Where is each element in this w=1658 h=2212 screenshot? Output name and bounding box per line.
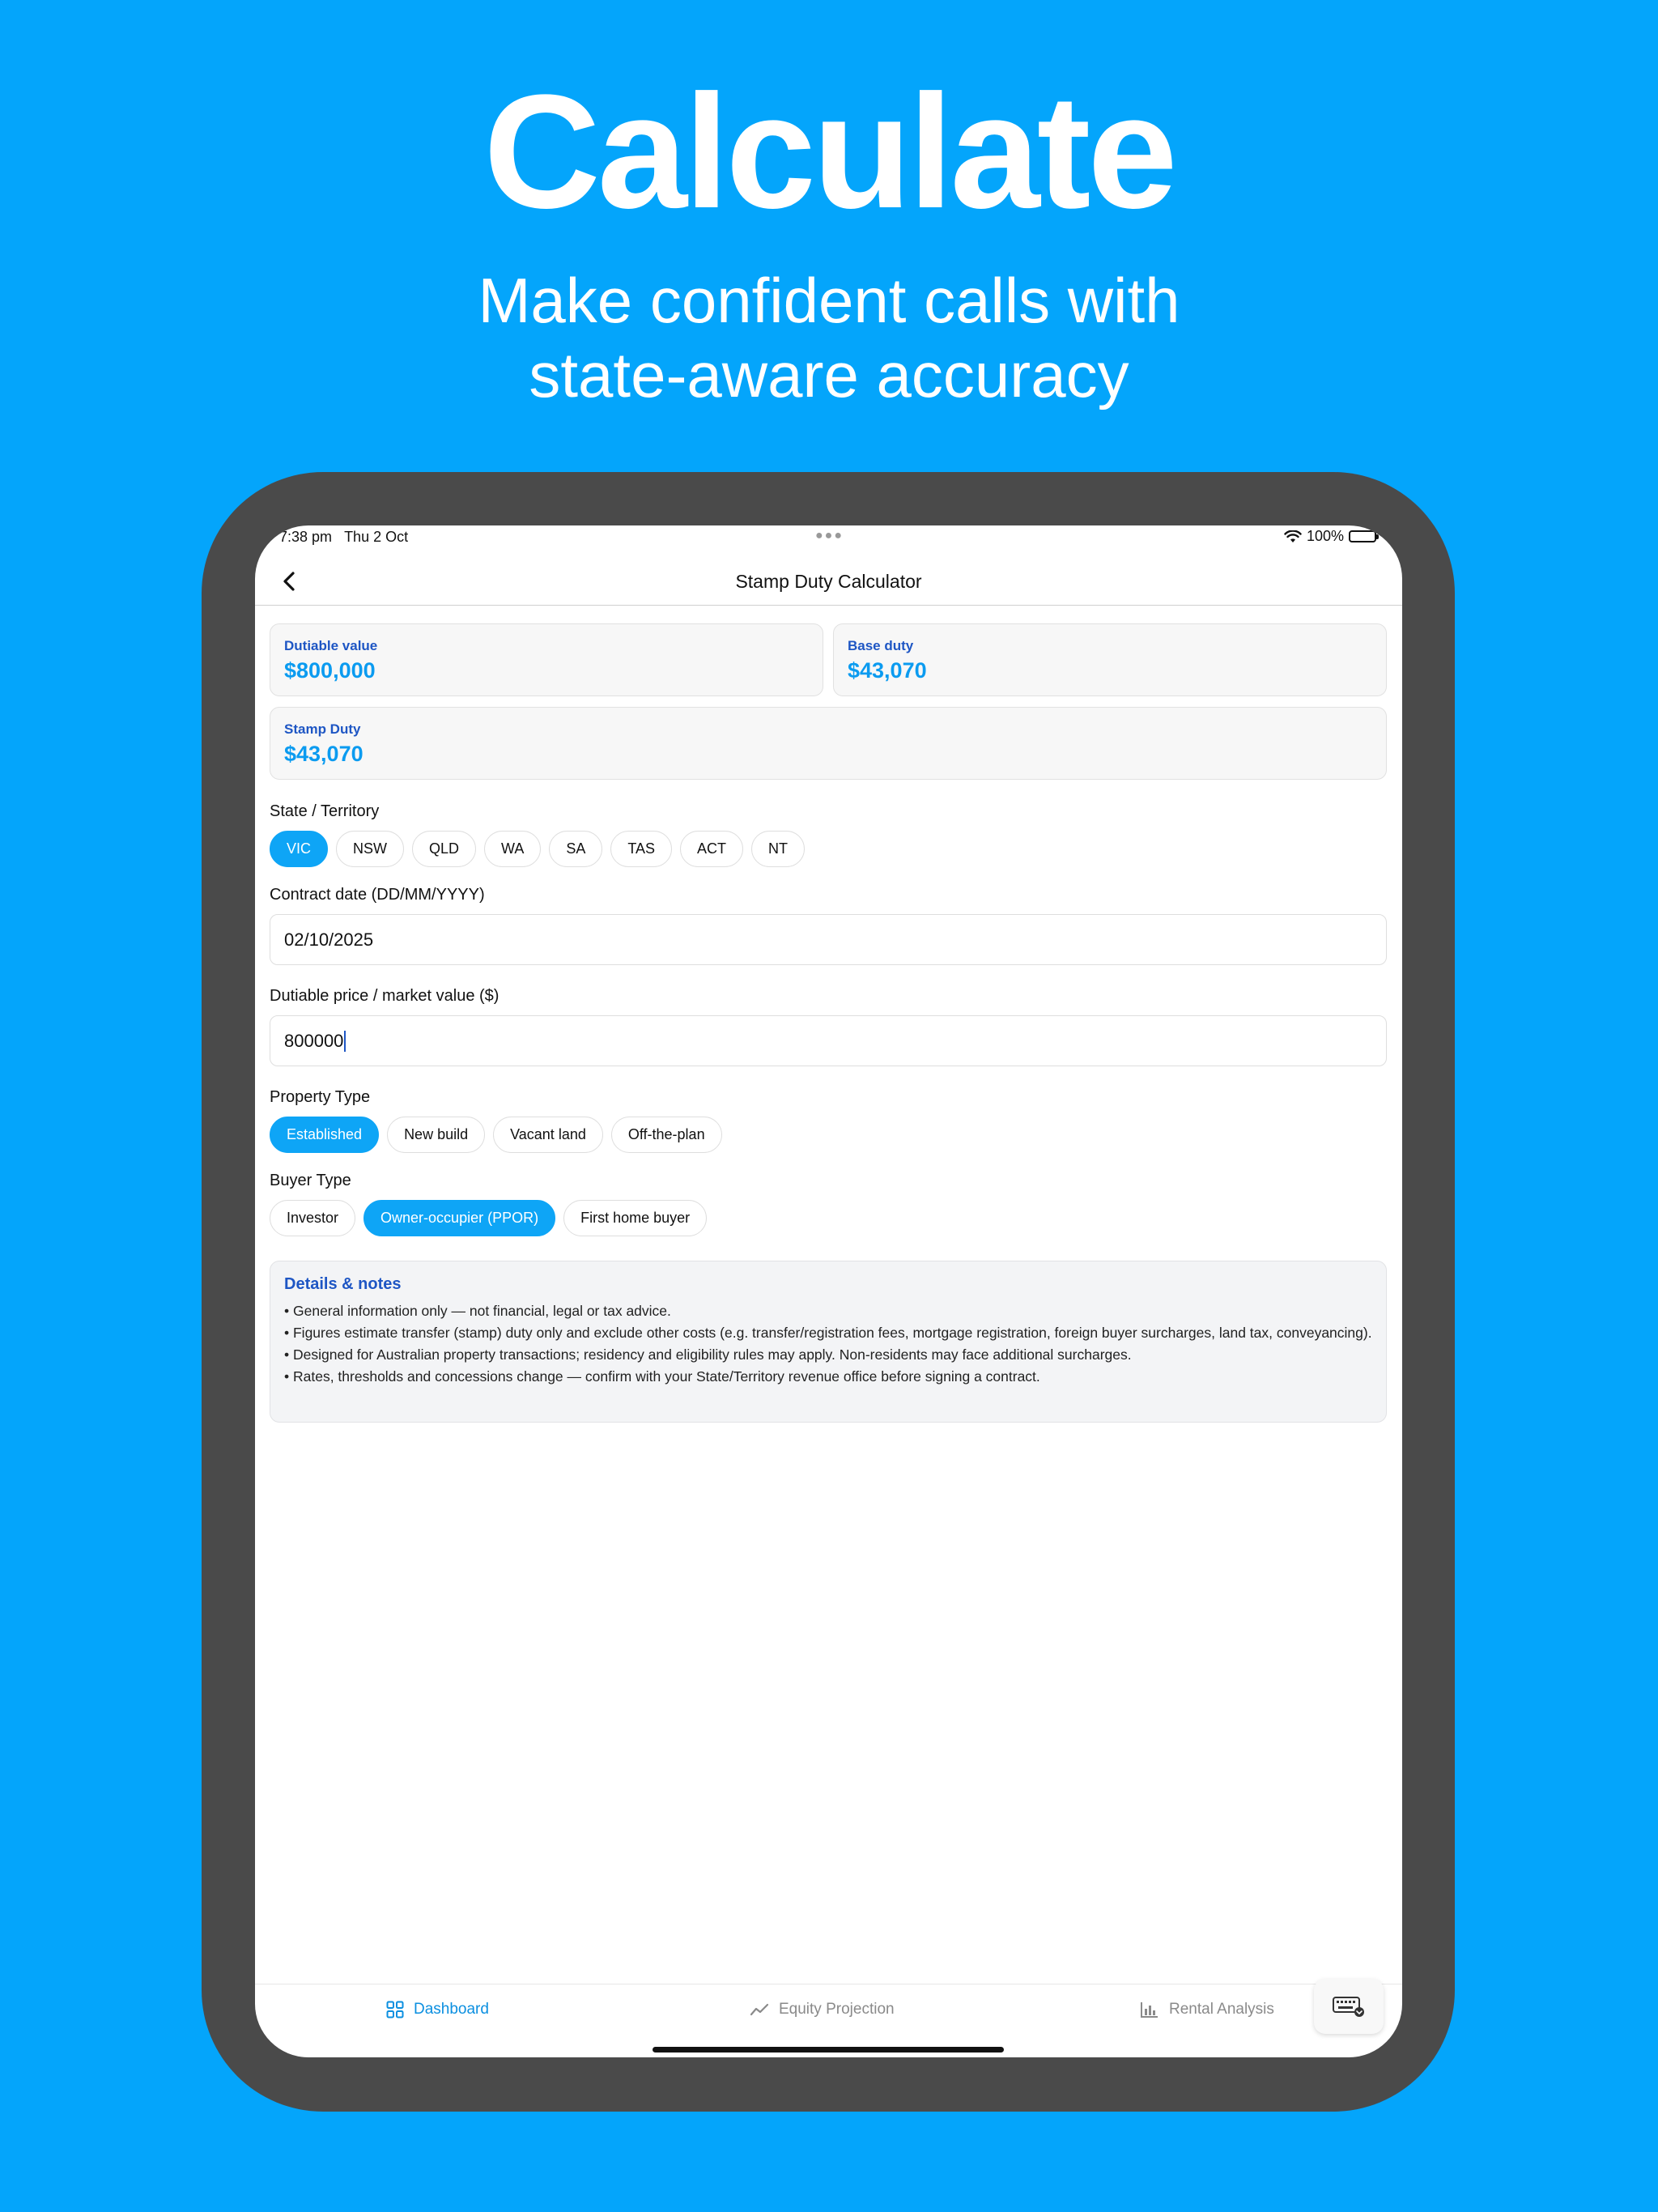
hero-subtitle: Make confident calls with state-aware ac… — [0, 263, 1658, 412]
hero-title: Calculate — [483, 62, 1177, 242]
state-chip-nsw[interactable]: NSW — [336, 831, 405, 867]
tab-equity-projection[interactable]: Equity Projection — [750, 2001, 895, 2018]
page-title: Stamp Duty Calculator — [735, 571, 922, 592]
tab-dashboard[interactable]: Dashboard — [386, 2001, 489, 2018]
state-chip-wa[interactable]: WA — [484, 831, 542, 867]
dutiable-value-label: Dutiable value — [284, 638, 378, 653]
buyer-type-label: Buyer Type — [270, 1172, 351, 1189]
state-chip-vic[interactable]: VIC — [270, 831, 329, 867]
battery-icon — [1349, 530, 1379, 542]
state-chip-nt[interactable]: NT — [751, 831, 806, 867]
keyboard-dismiss-button[interactable] — [1314, 1979, 1384, 2034]
state-chip-sa[interactable]: SA — [549, 831, 603, 867]
details-notes-title: Details & notes — [284, 1275, 402, 1293]
base-duty-card: Base duty $43,070 — [833, 623, 1387, 696]
status-time-value: 7:38 pm — [279, 529, 333, 545]
dutiable-value-amount: $800,000 — [284, 658, 376, 683]
hero-subtitle-line-1: Make confident calls with — [478, 265, 1180, 336]
battery-percent: 100% — [1306, 528, 1344, 544]
property-chip-vacant-land[interactable]: Vacant land — [493, 1117, 603, 1153]
dutiable-value-card: Dutiable value $800,000 — [270, 623, 823, 696]
tab-equity-projection-label: Equity Projection — [779, 2001, 895, 2018]
stamp-duty-card: Stamp Duty $43,070 — [270, 707, 1387, 780]
text-caret — [344, 1030, 346, 1052]
wifi-icon — [1284, 530, 1302, 542]
property-chip-new-build[interactable]: New build — [387, 1117, 486, 1153]
dutiable-price-value: 800000 — [284, 1030, 344, 1051]
state-territory-label: State / Territory — [270, 802, 380, 820]
state-selector: VIC NSW QLD WA SA TAS ACT NT — [270, 831, 806, 867]
buyer-type-selector: Investor Owner-occupier (PPOR) First hom… — [270, 1200, 708, 1236]
state-chip-qld[interactable]: QLD — [412, 831, 477, 867]
notes-line: • Rates, thresholds and concessions chan… — [284, 1368, 1040, 1385]
property-chip-off-the-plan[interactable]: Off-the-plan — [610, 1117, 722, 1153]
notes-line: • Figures estimate transfer (stamp) duty… — [284, 1325, 1372, 1341]
grid-icon — [386, 2001, 404, 2018]
buyer-chip-owner-occupier[interactable]: Owner-occupier (PPOR) — [363, 1200, 556, 1236]
property-type-label: Property Type — [270, 1088, 371, 1106]
tab-dashboard-label: Dashboard — [414, 2001, 489, 2018]
notes-line: • General information only — not financi… — [284, 1303, 671, 1319]
dutiable-price-input[interactable]: 800000 — [270, 1015, 1387, 1066]
details-notes-panel: Details & notes • General information on… — [270, 1261, 1387, 1423]
state-chip-act[interactable]: ACT — [680, 831, 744, 867]
status-bar: 7:38 pm Thu 2 Oct ●●● 100% — [255, 525, 1402, 547]
stamp-duty-label: Stamp Duty — [284, 721, 361, 737]
buyer-chip-first-home-buyer[interactable]: First home buyer — [563, 1200, 708, 1236]
buyer-chip-investor[interactable]: Investor — [270, 1200, 356, 1236]
base-duty-label: Base duty — [848, 638, 914, 653]
navigation-bar: Stamp Duty Calculator — [255, 559, 1402, 606]
status-time: 7:38 pm Thu 2 Oct — [279, 529, 408, 546]
contract-date-label: Contract date (DD/MM/YYYY) — [270, 886, 485, 904]
property-type-selector: Established New build Vacant land Off-th… — [270, 1117, 722, 1153]
status-date: Thu 2 Oct — [344, 529, 409, 545]
contract-date-value: 02/10/2025 — [284, 929, 374, 950]
tab-bar: Dashboard Equity Projection Rental Analy… — [255, 1984, 1402, 2033]
home-indicator — [653, 2047, 1004, 2052]
tab-rental-analysis-label: Rental Analysis — [1169, 2001, 1274, 2018]
hero-subtitle-line-2: state-aware accuracy — [529, 339, 1129, 410]
base-duty-amount: $43,070 — [848, 658, 927, 683]
keyboard-icon — [1333, 1997, 1364, 2017]
bar-chart-icon — [1141, 2002, 1158, 2018]
notes-line: • Designed for Australian property trans… — [284, 1346, 1132, 1363]
contract-date-input[interactable]: 02/10/2025 — [270, 914, 1387, 965]
tablet-screen: 7:38 pm Thu 2 Oct ●●● 100% Stamp Duty Ca… — [255, 525, 1402, 2057]
tab-rental-analysis[interactable]: Rental Analysis — [1140, 2001, 1274, 2018]
property-chip-established[interactable]: Established — [270, 1117, 380, 1153]
trend-line-icon — [750, 2003, 769, 2016]
stamp-duty-amount: $43,070 — [284, 742, 363, 766]
multitasking-dots-icon[interactable]: ●●● — [815, 529, 844, 543]
state-chip-tas[interactable]: TAS — [610, 831, 673, 867]
status-indicators: 100% — [1284, 528, 1379, 545]
dutiable-price-label: Dutiable price / market value ($) — [270, 987, 500, 1005]
